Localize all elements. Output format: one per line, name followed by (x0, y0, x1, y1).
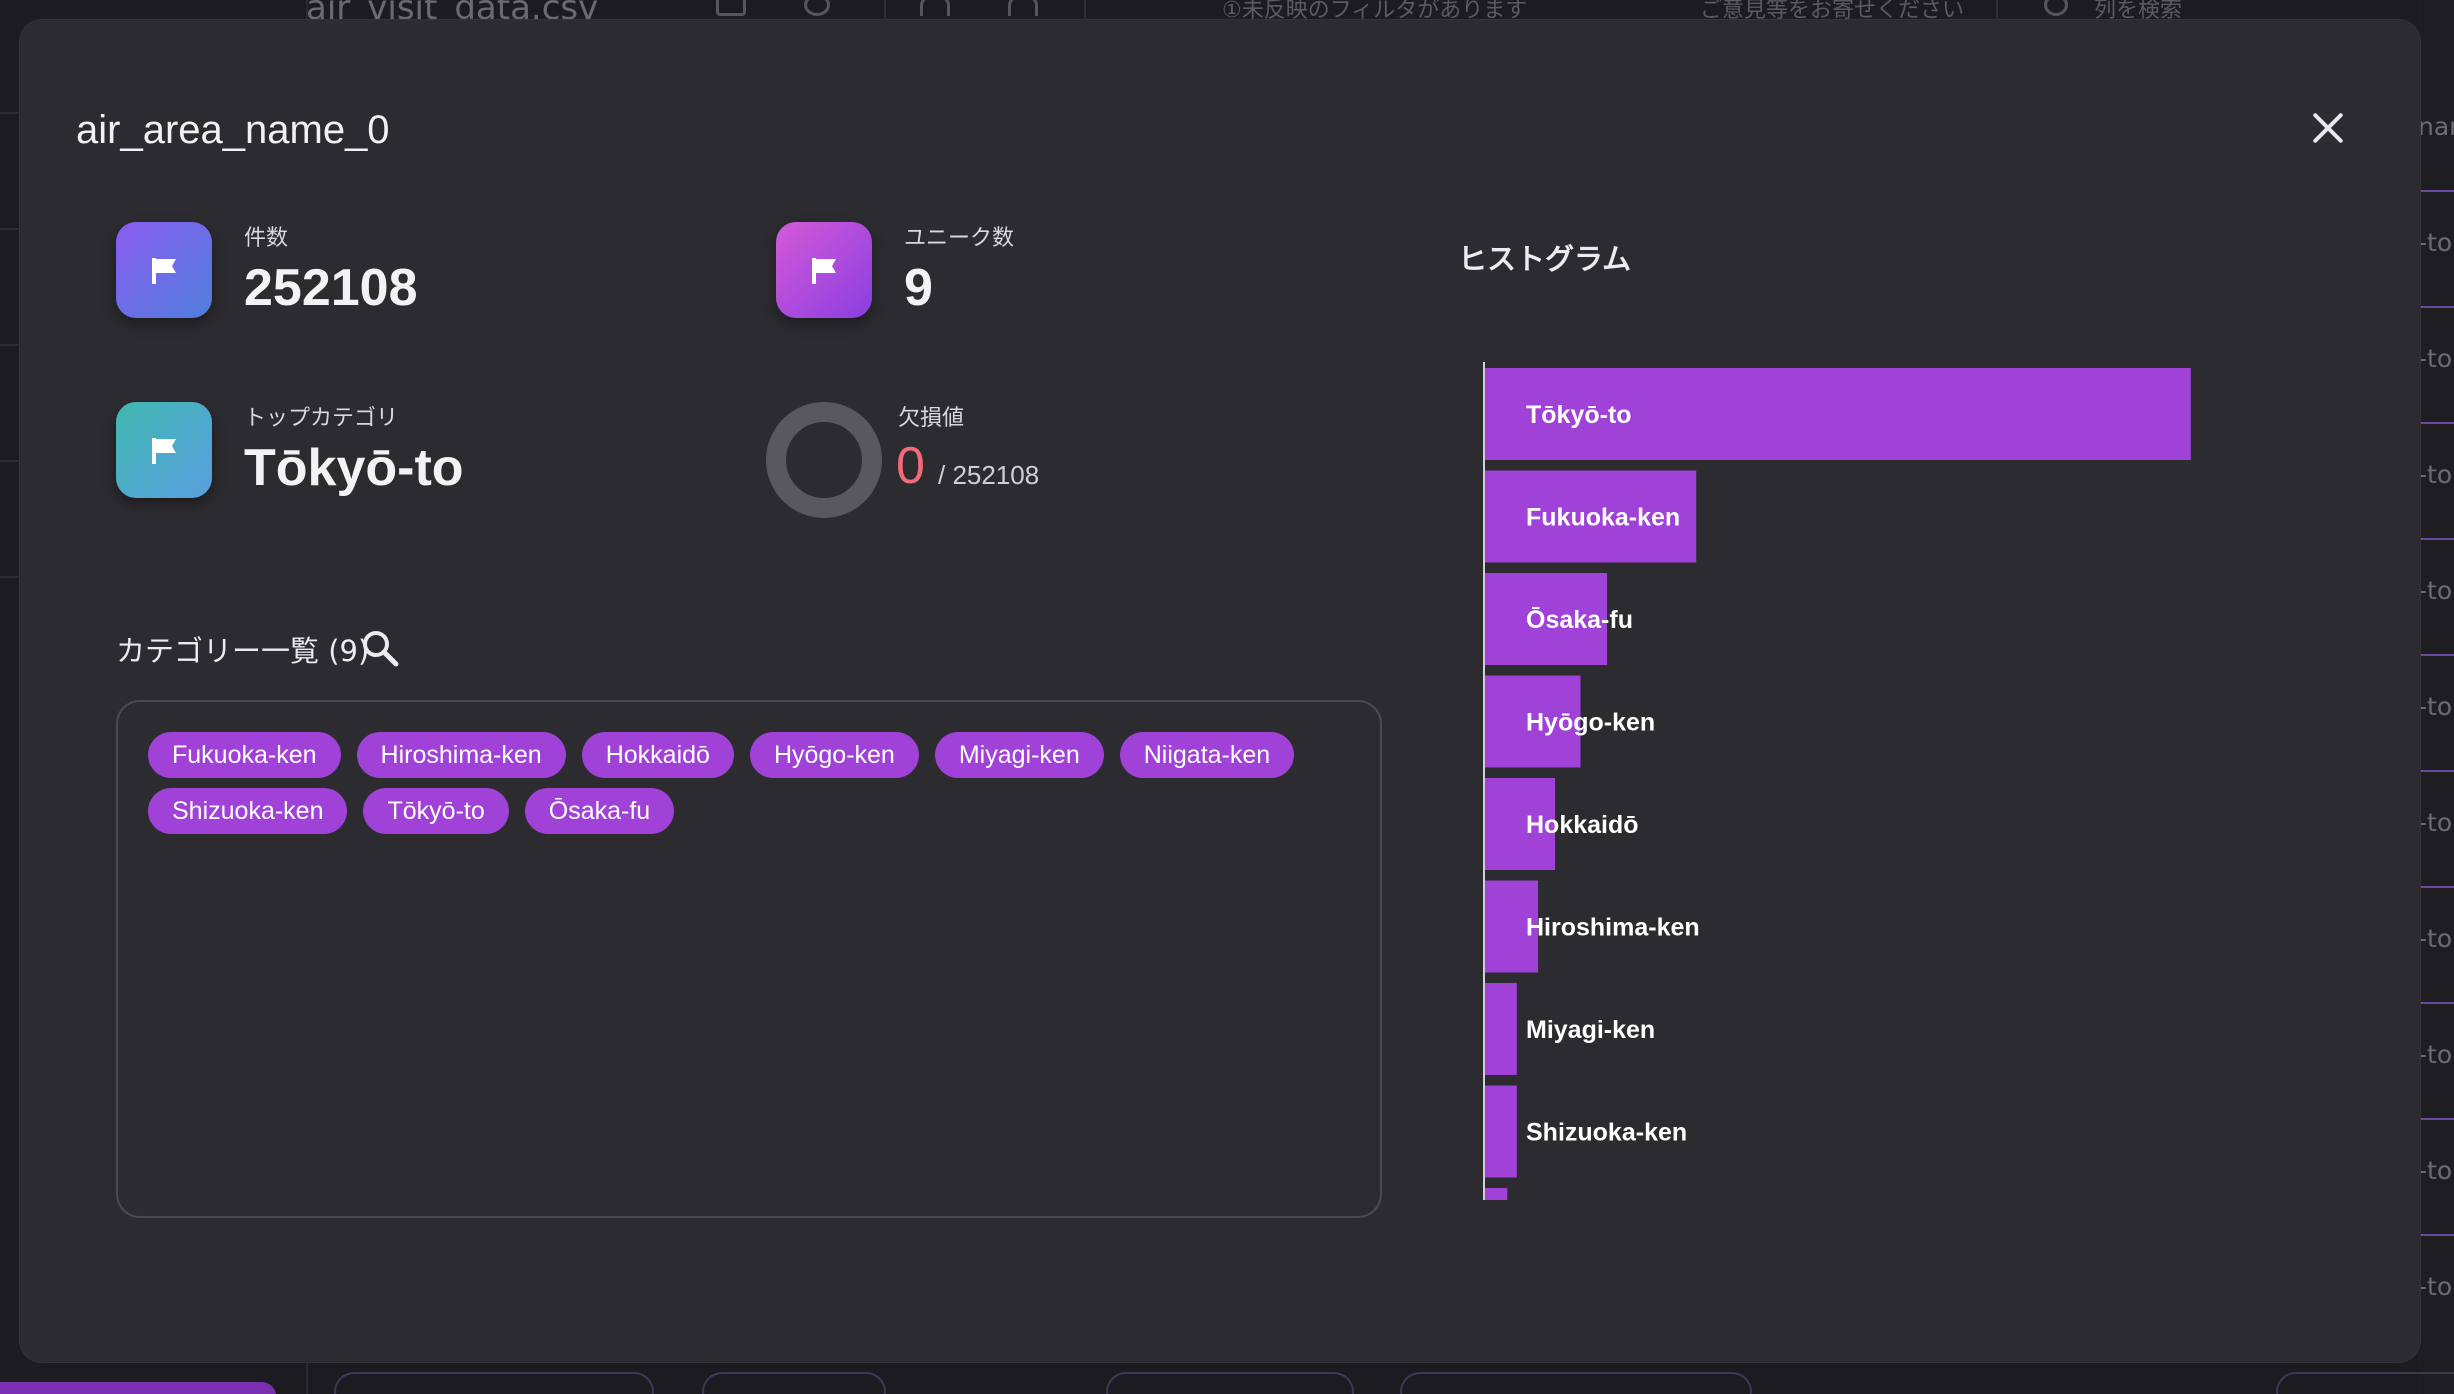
background-row-line (2418, 770, 2454, 772)
background-column-header: nar (2418, 112, 2454, 141)
background-cell: -to (2418, 692, 2453, 721)
background-row-line (2418, 654, 2454, 656)
background-cell-pill (702, 1372, 886, 1394)
category-chip[interactable]: Tōkyō-to (363, 788, 509, 834)
background-row-line (0, 228, 20, 230)
category-chip[interactable]: Ōsaka-fu (524, 788, 675, 834)
background-row-line (0, 344, 20, 346)
undo-icon (920, 0, 950, 16)
toolbar-divider (1996, 0, 1998, 22)
column-search-input: 列を検索 (2094, 0, 2183, 22)
background-cell-pill (2276, 1372, 2454, 1394)
category-chip[interactable]: Shizuoka-ken (148, 788, 348, 834)
histogram-bar (1485, 1085, 1517, 1178)
bar-label: Hiroshima-ken (1526, 914, 1700, 942)
background-toolbar: air_visit_data.csv ①未反映のフィルタがあります ご意見等をお… (0, 0, 2454, 22)
background-row-line (2418, 306, 2454, 308)
background-row-line (0, 460, 20, 462)
flag-icon (812, 258, 836, 284)
category-list-box: Fukuoka-ken Hiroshima-ken Hokkaidō Hyōgo-ke… (116, 700, 1382, 1218)
count-icon (116, 222, 212, 318)
histogram-bar (1485, 983, 1517, 1075)
top-category-value: Tōkyō-to (244, 439, 464, 497)
bar-label: Miyagi-ken (1526, 1016, 1655, 1044)
user-icon (804, 0, 830, 16)
flag-icon (152, 438, 176, 464)
search-icon[interactable] (360, 628, 400, 668)
menu-icon (1128, 0, 1158, 16)
top-category-icon (116, 402, 212, 498)
background-file-name: air_visit_data.csv (306, 0, 599, 22)
modal-title: air_area_name_0 (76, 108, 390, 152)
unique-value: 9 (904, 259, 933, 317)
category-chip[interactable]: Miyagi-ken (934, 732, 1104, 778)
background-cell: -to (2418, 460, 2453, 489)
category-list-title: カテゴリー一覧 (9) (116, 634, 370, 668)
background-row-line (2418, 1234, 2454, 1236)
category-chip-list: Fukuoka-ken Hiroshima-ken Hokkaidō Hyōgo-ke… (148, 732, 1348, 834)
table-icon (716, 0, 746, 16)
category-chip[interactable]: Hyōgo-ken (749, 732, 919, 778)
background-cell-pill (1400, 1372, 1752, 1394)
category-chip[interactable]: Hokkaidō (581, 732, 734, 778)
background-cell: -to (2418, 344, 2453, 373)
background-row-line (2418, 1118, 2454, 1120)
background-cell-pill (334, 1372, 654, 1394)
filter-notice: ①未反映のフィルタがあります (1222, 0, 1528, 22)
count-label: 件数 (244, 226, 289, 251)
background-row-line (2418, 886, 2454, 888)
unique-icon (776, 222, 872, 318)
category-chip[interactable]: Hiroshima-ken (356, 732, 566, 778)
background-cell: -to (2418, 1040, 2453, 1069)
background-row-line (0, 112, 20, 114)
category-chip[interactable]: Fukuoka-ken (148, 732, 341, 778)
histogram-title: ヒストグラム (1458, 242, 1632, 276)
count-value: 252108 (244, 259, 418, 317)
background-cell: -to (2418, 1272, 2453, 1301)
histogram-chart: Tōkyō-to Fukuoka-ken Ōsaka-fu Hyōgo-ken Hokk… (1483, 362, 2191, 1200)
close-button[interactable] (2304, 104, 2352, 152)
missing-value: 0 (896, 437, 925, 495)
background-cell: -to (2418, 808, 2453, 837)
background-active-tab (0, 1382, 276, 1394)
background-row-line (2418, 1002, 2454, 1004)
missing-label: 欠損値 (898, 406, 965, 431)
redo-icon (1008, 0, 1038, 16)
missing-donut (766, 402, 882, 518)
bar-label: Hyōgo-ken (1526, 709, 1655, 737)
background-row-line (0, 576, 20, 578)
top-category-label: トップカテゴリ (244, 406, 399, 431)
background-cell: -to (2418, 924, 2453, 953)
unique-label: ユニーク数 (904, 226, 1015, 251)
bar-label: Hokkaidō (1526, 811, 1639, 839)
background-cell: -to (2418, 576, 2453, 605)
background-row-line (2418, 422, 2454, 424)
background-cell: -to (2418, 228, 2453, 257)
background-cell-pill (1106, 1372, 1354, 1394)
search-column-icon (2044, 0, 2068, 16)
category-chip[interactable]: Niigata-ken (1119, 732, 1295, 778)
bar-label: Fukuoka-ken (1526, 504, 1680, 532)
background-cell: -to (2418, 1156, 2453, 1185)
flag-icon (152, 258, 176, 284)
background-row-line (2418, 538, 2454, 540)
bar-label: Ōsaka-fu (1526, 606, 1633, 634)
background-row-line (2418, 190, 2454, 192)
toolbar-divider (884, 0, 886, 22)
column-detail-modal: air_area_name_0 件数 252108 ユニーク数 9 トップカテゴ… (20, 20, 2420, 1362)
missing-total: / 252108 (938, 460, 1040, 490)
histogram-bar (1485, 1188, 1508, 1200)
bar-label: Tōkyō-to (1526, 401, 1632, 429)
bar-label: Shizuoka-ken (1526, 1119, 1687, 1147)
toolbar-divider (1084, 0, 1086, 22)
feedback-link: ご意見等をお寄せください (1700, 0, 1965, 22)
